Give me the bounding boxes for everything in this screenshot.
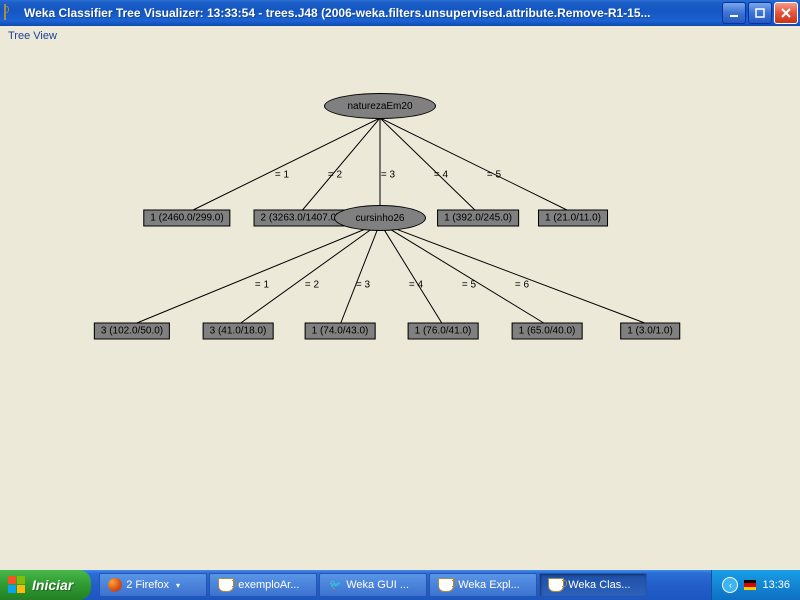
dropdown-icon: ▾ xyxy=(173,581,183,590)
tray-expand-icon[interactable]: ‹ xyxy=(722,577,738,593)
taskbar-item-wekagui[interactable]: 🐦 Weka GUI ... xyxy=(319,573,427,597)
system-tray: ‹ 13:36 xyxy=(711,570,800,600)
tree-leaf[interactable]: 2 (3263.0/1407.0) xyxy=(254,210,347,227)
edge-label: = 3 xyxy=(381,170,395,181)
tree-node-root[interactable]: naturezaEm20 xyxy=(324,93,436,119)
clock[interactable]: 13:36 xyxy=(762,579,790,591)
start-label: Iniciar xyxy=(32,577,73,593)
java-icon xyxy=(438,578,454,592)
task-label: 2 Firefox xyxy=(126,579,169,591)
close-button[interactable] xyxy=(774,2,798,24)
taskbar-item-wekaclas[interactable]: Weka Clas... xyxy=(539,573,647,597)
taskbar: Iniciar 2 Firefox ▾ exemploAr... 🐦 Weka … xyxy=(0,570,800,600)
edge-label: = 2 xyxy=(328,170,342,181)
tree-edges xyxy=(0,46,796,586)
taskbar-item-exemplo[interactable]: exemploAr... xyxy=(209,573,317,597)
edge-label: = 1 xyxy=(275,170,289,181)
edge-label: = 2 xyxy=(305,280,319,291)
minimize-button[interactable] xyxy=(722,2,746,24)
tree-leaf[interactable]: 1 (392.0/245.0) xyxy=(437,210,519,227)
taskbar-item-wekaexpl[interactable]: Weka Expl... xyxy=(429,573,537,597)
tree-leaf[interactable]: 1 (65.0/40.0) xyxy=(512,323,583,340)
taskbar-items: 2 Firefox ▾ exemploAr... 🐦 Weka GUI ... … xyxy=(91,570,711,600)
task-label: Weka Expl... xyxy=(458,579,520,591)
tree-leaf[interactable]: 1 (21.0/11.0) xyxy=(538,210,608,227)
taskbar-item-firefox[interactable]: 2 Firefox ▾ xyxy=(99,573,207,597)
tree-leaf[interactable]: 3 (41.0/18.0) xyxy=(203,323,274,340)
firefox-icon xyxy=(108,578,122,592)
tree-leaf[interactable]: 1 (3.0/1.0) xyxy=(620,323,680,340)
menu-tree-view[interactable]: Tree View xyxy=(0,26,800,46)
tree-canvas[interactable]: naturezaEm20 = 1 = 2 = 3 = 4 = 5 1 (2460… xyxy=(0,46,796,586)
app-icon xyxy=(4,5,20,21)
edge-label: = 5 xyxy=(462,280,476,291)
start-button[interactable]: Iniciar xyxy=(0,570,91,600)
edge-label: = 4 xyxy=(409,280,423,291)
edge-label: = 1 xyxy=(255,280,269,291)
edge-label: = 4 xyxy=(434,170,448,181)
edge-label: = 6 xyxy=(515,280,529,291)
windows-logo-icon xyxy=(8,576,26,594)
java-icon xyxy=(548,578,564,592)
task-label: Weka GUI ... xyxy=(346,579,409,591)
tree-node-cursinho[interactable]: cursinho26 xyxy=(334,205,426,231)
maximize-button[interactable] xyxy=(748,2,772,24)
titlebar: Weka Classifier Tree Visualizer: 13:33:5… xyxy=(0,0,800,26)
flag-icon[interactable] xyxy=(744,580,756,590)
tree-leaf[interactable]: 3 (102.0/50.0) xyxy=(94,323,170,340)
tree-leaf[interactable]: 1 (2460.0/299.0) xyxy=(143,210,230,227)
task-label: exemploAr... xyxy=(238,579,299,591)
window-title: Weka Classifier Tree Visualizer: 13:33:5… xyxy=(24,6,722,20)
edge-label: = 3 xyxy=(356,280,370,291)
edge-label: = 5 xyxy=(487,170,501,181)
tree-leaf[interactable]: 1 (76.0/41.0) xyxy=(408,323,479,340)
weka-bird-icon: 🐦 xyxy=(328,578,342,592)
tree-leaf[interactable]: 1 (74.0/43.0) xyxy=(305,323,376,340)
java-icon xyxy=(218,578,234,592)
window-controls xyxy=(722,2,798,24)
task-label: Weka Clas... xyxy=(568,579,630,591)
